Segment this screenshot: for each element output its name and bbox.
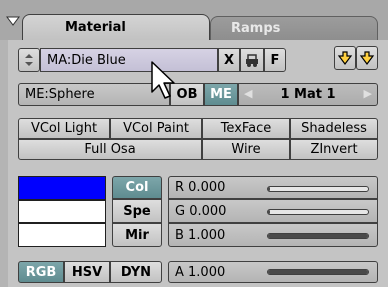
material-name-field[interactable]: MA:Die Blue — [40, 48, 218, 72]
vcol-light-label: VCol Light — [30, 121, 98, 136]
a-slider-label: A 1.000 — [175, 264, 226, 280]
shadeless-toggle[interactable]: Shadeless — [290, 118, 378, 139]
zinvert-toggle[interactable]: ZInvert — [290, 139, 378, 160]
r-slider-track[interactable] — [267, 186, 369, 192]
material-browse-button[interactable] — [18, 48, 40, 72]
copy-material-button[interactable] — [334, 46, 356, 70]
b-slider-fill — [268, 234, 368, 238]
wire-label: Wire — [231, 142, 261, 157]
a-slider[interactable]: A 1.000 — [168, 261, 378, 283]
fake-user-button[interactable]: F — [264, 48, 286, 72]
unlink-material-button[interactable]: X — [218, 48, 240, 72]
hsv-mode-button[interactable]: HSV — [64, 261, 110, 283]
g-slider-track[interactable] — [267, 209, 369, 215]
mir-label: Mir — [125, 227, 149, 243]
tab-material-label: Material — [65, 20, 126, 35]
car-icon — [246, 54, 258, 67]
link-ob-label: OB — [176, 87, 198, 102]
b-slider-label: B 1.000 — [175, 227, 226, 243]
vcol-paint-label: VCol Paint — [123, 121, 189, 136]
unlink-x-icon: X — [223, 52, 235, 68]
collapse-triangle-icon[interactable] — [6, 16, 20, 26]
copy-arrow-icon — [337, 51, 353, 65]
full-osa-toggle[interactable]: Full Osa — [18, 139, 202, 160]
r-slider[interactable]: R 0.000 — [168, 176, 378, 199]
g-slider-label: G 0.000 — [175, 203, 227, 219]
tab-ramps[interactable]: Ramps — [210, 16, 378, 40]
mir-button[interactable]: Mir — [112, 223, 162, 247]
link-ob-button[interactable]: OB — [170, 83, 204, 106]
dyn-mode-label: DYN — [120, 264, 152, 280]
link-me-button[interactable]: ME — [204, 83, 238, 106]
texface-toggle[interactable]: TexFace — [202, 118, 290, 139]
shadeless-label: Shadeless — [301, 121, 367, 136]
b-slider[interactable]: B 1.000 — [168, 223, 378, 247]
vcol-light-toggle[interactable]: VCol Light — [18, 118, 110, 139]
material-index-field[interactable]: ◀ 1 Mat 1 ▶ — [238, 83, 378, 106]
fake-user-label: F — [270, 52, 280, 68]
a-slider-track[interactable] — [267, 269, 369, 275]
g-slider-fill — [268, 210, 270, 214]
wire-toggle[interactable]: Wire — [202, 139, 290, 160]
rgb-mode-label: RGB — [25, 264, 57, 280]
col-label: Col — [125, 180, 149, 195]
spe-button[interactable]: Spe — [112, 199, 162, 223]
material-count: 1 Mat 1 — [280, 87, 336, 102]
r-slider-label: R 0.000 — [175, 180, 226, 195]
paste-material-button[interactable] — [356, 46, 378, 70]
browse-arrows-icon — [25, 54, 33, 66]
tab-ramps-label: Ramps — [231, 21, 281, 36]
spe-color-swatch[interactable] — [18, 200, 106, 223]
g-slider[interactable]: G 0.000 — [168, 199, 378, 223]
paste-arrow-icon — [359, 51, 375, 65]
index-left-arrow-icon[interactable]: ◀ — [244, 87, 252, 100]
col-color-swatch[interactable] — [18, 176, 106, 200]
tab-material[interactable]: Material — [22, 14, 210, 40]
auto-name-button[interactable] — [240, 48, 264, 72]
hsv-mode-label: HSV — [71, 264, 103, 280]
spe-label: Spe — [123, 203, 151, 219]
index-right-arrow-icon[interactable]: ▶ — [364, 87, 372, 100]
material-panel — [8, 40, 388, 287]
material-name: MA:Die Blue — [47, 52, 126, 68]
full-osa-label: Full Osa — [84, 142, 136, 157]
dyn-mode-button[interactable]: DYN — [110, 261, 162, 283]
b-slider-track[interactable] — [267, 233, 369, 239]
r-slider-fill — [268, 187, 270, 191]
a-slider-fill — [268, 270, 368, 274]
texface-label: TexFace — [220, 121, 272, 136]
rgb-mode-button[interactable]: RGB — [18, 261, 64, 283]
col-button[interactable]: Col — [112, 176, 162, 199]
zinvert-label: ZInvert — [310, 142, 358, 157]
mesh-name-field[interactable]: ME:Sphere — [18, 83, 170, 106]
link-me-label: ME — [210, 87, 232, 102]
mesh-name: ME:Sphere — [25, 87, 95, 102]
mir-color-swatch[interactable] — [18, 223, 106, 247]
vcol-paint-toggle[interactable]: VCol Paint — [110, 118, 202, 139]
